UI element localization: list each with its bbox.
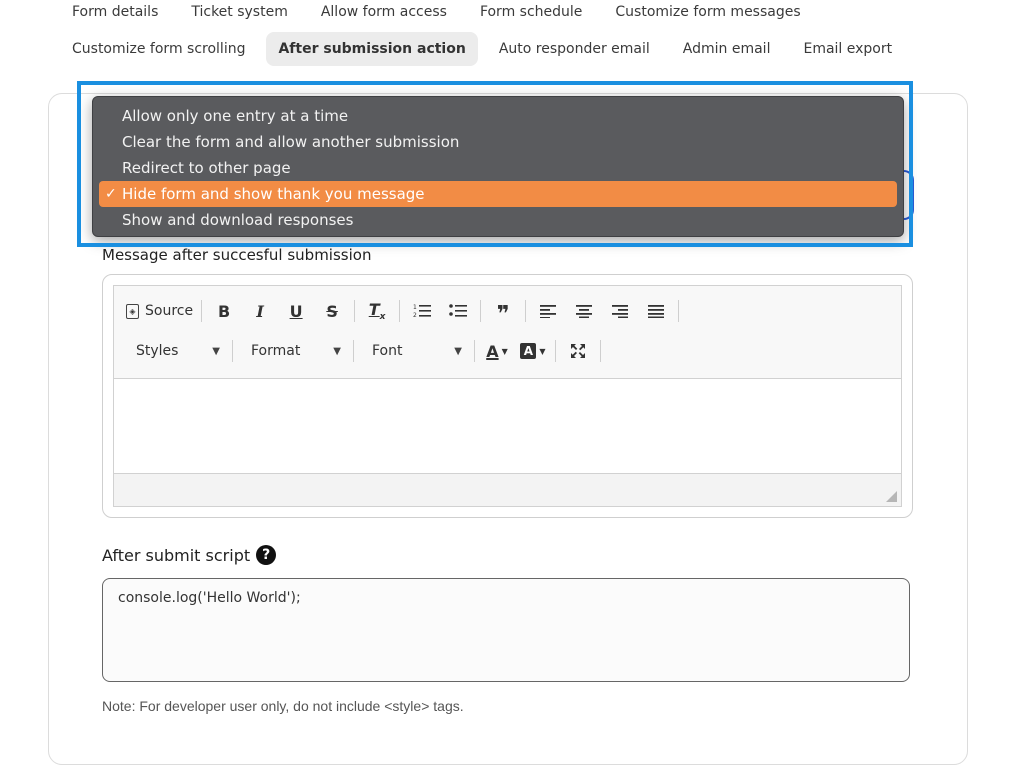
underline-icon: U — [289, 301, 303, 321]
remove-format-button[interactable]: Tx — [363, 297, 391, 325]
editor-toolbar: ◈ Source B I U S Tx 12 ❞ Styles ▼ Format… — [114, 286, 901, 379]
numbered-list-icon: 12 — [413, 304, 432, 319]
option-label: Clear the form and allow another submiss… — [122, 133, 460, 151]
blockquote-button[interactable]: ❞ — [489, 297, 517, 327]
checkmark-icon: ✓ — [105, 186, 117, 202]
tabs-row-1: Form details Ticket system Allow form ac… — [60, 0, 822, 24]
tab-admin-email[interactable]: Admin email — [671, 32, 783, 66]
developer-note: Note: For developer user only, do not in… — [102, 698, 464, 714]
styles-select[interactable]: Styles ▼ — [126, 337, 224, 365]
remove-format-icon: Tx — [368, 299, 386, 323]
bulleted-list-icon — [449, 304, 468, 317]
align-center-button[interactable] — [570, 297, 598, 325]
toolbar-separator — [525, 300, 527, 322]
after-submit-script-textarea[interactable]: console.log('Hello World'); — [102, 578, 910, 682]
editor-status-bar — [114, 473, 901, 506]
tabs-row-2: Customize form scrolling After submissio… — [60, 32, 913, 66]
toolbar-separator — [474, 340, 475, 362]
numbered-list-button[interactable]: 12 — [408, 297, 436, 325]
after-submit-script-label: After submit script ? — [102, 545, 277, 565]
source-icon: ◈ — [126, 303, 139, 319]
dropdown-option-allow-one-entry[interactable]: Allow only one entry at a time — [99, 103, 897, 129]
resize-handle-icon[interactable] — [886, 491, 897, 502]
font-label: Font — [372, 343, 403, 359]
toolbar-separator — [555, 340, 556, 362]
blockquote-icon: ❞ — [496, 302, 510, 327]
chevron-down-icon: ▼ — [212, 345, 220, 357]
bold-icon: B — [217, 301, 231, 321]
editor-content-area[interactable] — [114, 379, 901, 472]
toolbar-separator — [353, 340, 354, 362]
chevron-down-icon: ▼ — [501, 346, 508, 356]
justify-icon — [648, 305, 665, 318]
format-select[interactable]: Format ▼ — [241, 337, 345, 365]
tab-customize-form-messages[interactable]: Customize form messages — [603, 0, 812, 24]
tab-email-export[interactable]: Email export — [791, 32, 904, 66]
after-submission-dropdown-menu: Allow only one entry at a time Clear the… — [92, 96, 904, 237]
toolbar-separator — [600, 340, 601, 362]
svg-text:2: 2 — [413, 312, 417, 319]
align-left-button[interactable] — [534, 297, 562, 325]
justify-button[interactable] — [642, 297, 670, 325]
format-label: Format — [251, 343, 301, 359]
toolbar-separator — [678, 300, 680, 322]
tab-form-details[interactable]: Form details — [60, 0, 170, 24]
bulleted-list-button[interactable] — [444, 297, 472, 325]
chevron-down-icon: ▼ — [454, 345, 462, 357]
tab-customize-form-scrolling[interactable]: Customize form scrolling — [60, 32, 257, 66]
italic-icon: I — [256, 301, 264, 321]
underline-button[interactable]: U — [282, 297, 310, 325]
script-label-text: After submit script — [102, 545, 251, 565]
toolbar-separator — [399, 300, 401, 322]
tab-form-schedule[interactable]: Form schedule — [468, 0, 594, 24]
rich-text-editor: ◈ Source B I U S Tx 12 ❞ Styles ▼ Format… — [113, 285, 902, 507]
italic-button[interactable]: I — [246, 297, 274, 325]
styles-label: Styles — [136, 343, 179, 359]
align-right-button[interactable] — [606, 297, 634, 325]
source-button[interactable]: ◈ Source — [126, 297, 193, 325]
toolbar-separator — [480, 300, 482, 322]
svg-text:1: 1 — [413, 304, 417, 311]
text-color-icon: A — [486, 341, 499, 361]
option-label: Allow only one entry at a time — [122, 107, 349, 125]
source-label: Source — [145, 303, 194, 319]
help-icon[interactable]: ? — [256, 545, 277, 565]
maximize-button[interactable] — [564, 337, 592, 365]
option-label: Hide form and show thank you message — [122, 185, 425, 203]
toolbar-separator — [201, 300, 203, 322]
dropdown-option-clear-form[interactable]: Clear the form and allow another submiss… — [99, 129, 897, 155]
strikethrough-button[interactable]: S — [318, 297, 346, 325]
tab-allow-form-access[interactable]: Allow form access — [309, 0, 459, 24]
align-center-icon — [576, 305, 593, 318]
option-label: Redirect to other page — [122, 159, 291, 177]
align-left-icon — [540, 305, 557, 318]
toolbar-row-1: ◈ Source B I U S Tx 12 ❞ — [126, 296, 687, 326]
option-label: Show and download responses — [122, 211, 354, 229]
toolbar-separator — [354, 300, 356, 322]
strikethrough-icon: S — [326, 301, 338, 321]
background-color-button[interactable]: A ▼ — [519, 337, 547, 365]
bold-button[interactable]: B — [210, 297, 238, 325]
tab-auto-responder-email[interactable]: Auto responder email — [487, 32, 662, 66]
editor-container: ◈ Source B I U S Tx 12 ❞ Styles ▼ Format… — [102, 274, 913, 518]
tab-ticket-system[interactable]: Ticket system — [179, 0, 299, 24]
toolbar-separator — [232, 340, 233, 362]
message-label: Message after succesful submission — [102, 246, 372, 264]
font-select[interactable]: Font ▼ — [362, 337, 466, 365]
toolbar-row-2: Styles ▼ Format ▼ Font ▼ A ▼ A ▼ — [126, 336, 609, 366]
dropdown-option-redirect[interactable]: Redirect to other page — [99, 155, 897, 181]
background-color-icon: A — [520, 343, 537, 359]
maximize-icon — [571, 344, 585, 358]
chevron-down-icon: ▼ — [539, 346, 546, 356]
text-color-button[interactable]: A ▼ — [483, 337, 511, 365]
align-right-icon — [612, 305, 629, 318]
chevron-down-icon: ▼ — [333, 345, 341, 357]
tab-after-submission-action[interactable]: After submission action — [266, 32, 478, 66]
dropdown-option-hide-form-thank-you[interactable]: ✓ Hide form and show thank you message — [99, 181, 897, 207]
dropdown-option-show-download[interactable]: Show and download responses — [99, 207, 897, 233]
